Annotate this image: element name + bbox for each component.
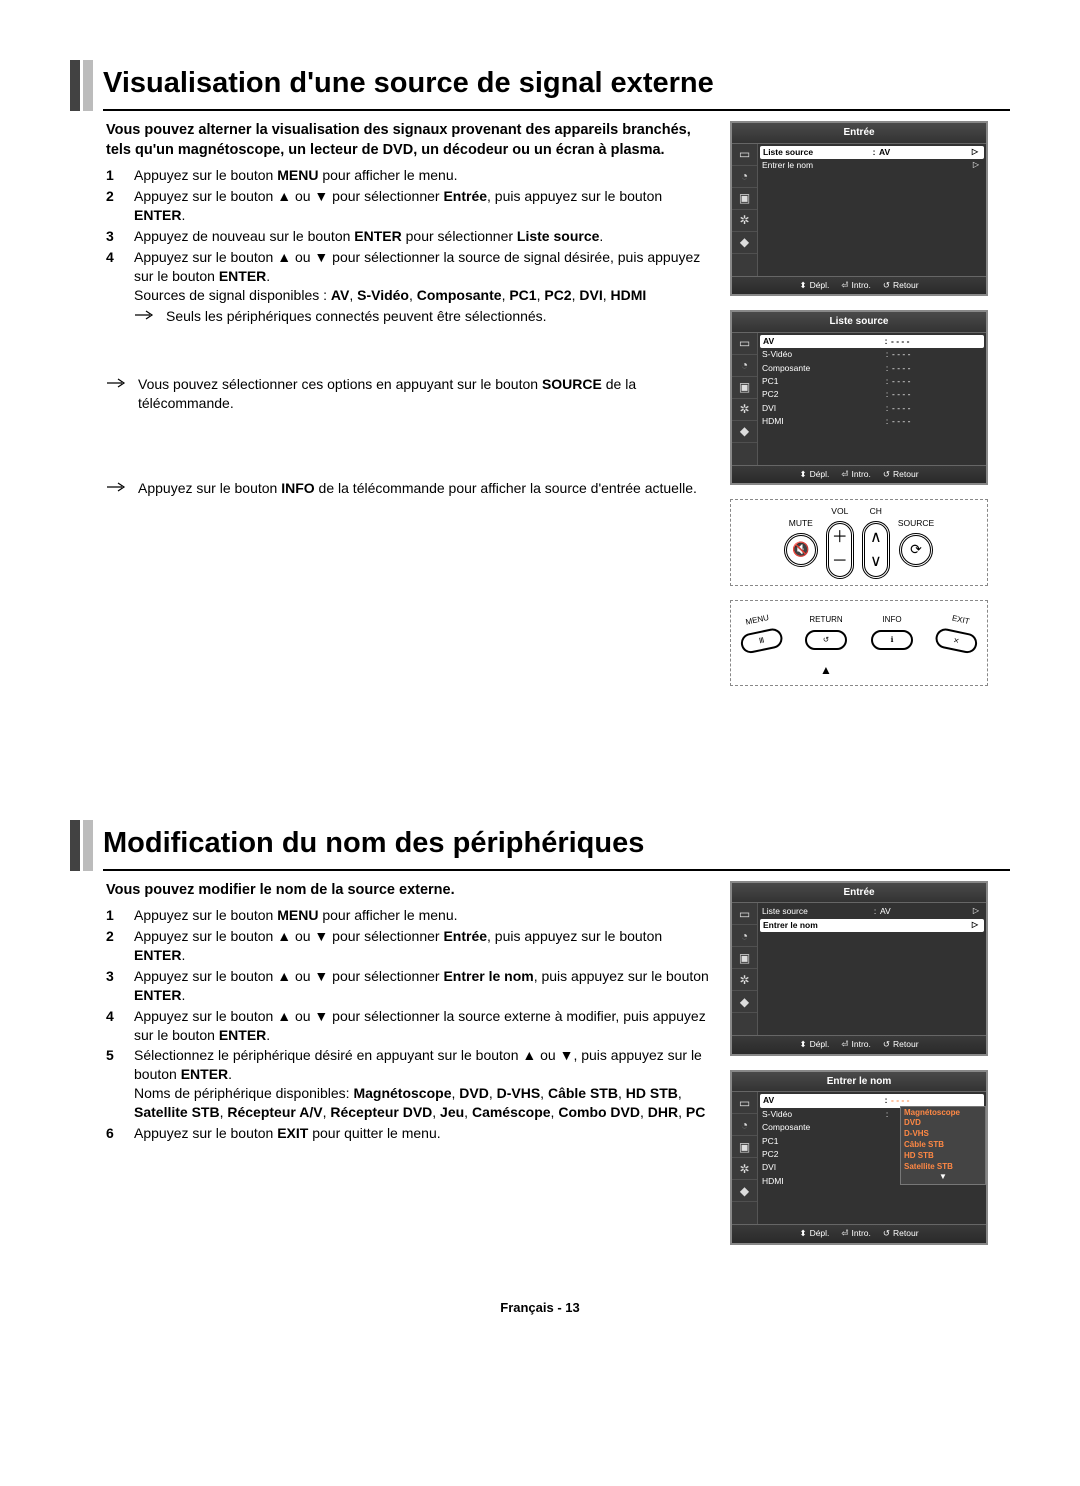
- osd-row-hdmi: HDMI:- - - -: [762, 415, 982, 428]
- section1-intro: Vous pouvez alterner la visualisation de…: [106, 121, 710, 160]
- section2-content: Vous pouvez modifier le nom de la source…: [70, 881, 1010, 1259]
- header-bar-light: [83, 60, 93, 111]
- section2-header: Modification du nom des périphériques: [70, 820, 1010, 871]
- osd-row-av: AV:- - - -: [760, 335, 984, 348]
- chevron-down-icon: ▼: [903, 1172, 983, 1183]
- step4-note: Seuls les périphériques connectés peuven…: [134, 307, 710, 326]
- info-button-icon: ℹ: [871, 630, 913, 650]
- dpad-up-icon: ▲: [820, 662, 832, 678]
- clock-icon: ◔: [732, 355, 757, 377]
- osd-liste-source: Liste source ▭ ◔ ▣ ✲ ◆ AV:- - - - S-Vidé…: [730, 310, 988, 485]
- tv-icon: ▭: [732, 1092, 757, 1114]
- osd-entree: Entrée ▭ ◔ ▣ ✲ ◆ Liste source:AV▷ Entrer…: [730, 121, 988, 296]
- gear-icon: ✲: [732, 399, 757, 421]
- section1-content: Vous pouvez alterner la visualisation de…: [70, 121, 1010, 699]
- gear-icon: ✲: [732, 969, 757, 991]
- step3: Appuyez de nouveau sur le bouton ENTER p…: [134, 227, 710, 246]
- return-button-icon: ↺: [805, 630, 847, 650]
- step1: Appuyez sur le bouton MENU pour afficher…: [134, 166, 710, 185]
- tv-icon: ▭: [732, 144, 757, 166]
- clock-icon: ◔: [732, 1114, 757, 1136]
- gear-icon: ✲: [732, 1158, 757, 1180]
- osd-row-dvi: DVI:- - - -: [762, 402, 982, 415]
- section1-title: Visualisation d'une source de signal ext…: [103, 60, 1010, 111]
- tv-icon: ▭: [732, 333, 757, 355]
- section2-intro: Vous pouvez modifier le nom de la source…: [106, 881, 710, 901]
- osd-row-entrer-nom: Entrer le nom▷: [760, 919, 984, 932]
- section1-note3: Appuyez sur le bouton INFO de la télécom…: [106, 479, 710, 498]
- pc-icon: ◆: [732, 991, 757, 1013]
- clock-icon: ◔: [732, 166, 757, 188]
- gear-icon: ✲: [732, 210, 757, 232]
- note-arrow-icon: [134, 307, 156, 326]
- remote-volume-source: MUTE🔇 VOL＋－ CH∧∨ SOURCE⟳: [730, 499, 988, 585]
- osd-row-pc2: PC2:- - - -: [762, 388, 982, 401]
- osd-row-entrer-nom: Entrer le nom▷: [762, 159, 982, 172]
- vol-rocker-icon: ＋－: [826, 521, 854, 579]
- remote-return-info: MENU Ⅲ RETURN ↺ ▲ INFO ℹ EXIT ⨯: [730, 600, 988, 686]
- osd-row-liste-source: Liste source:AV▷: [762, 905, 982, 918]
- exit-button-icon: ⨯: [934, 626, 979, 654]
- pc-icon: ◆: [732, 232, 757, 254]
- section1-header: Visualisation d'une source de signal ext…: [70, 60, 1010, 111]
- mute-button-icon: 🔇: [784, 533, 818, 567]
- osd-row-svideo: S-Vidéo:- - - -: [762, 348, 982, 361]
- section1-steps: 1Appuyez sur le bouton MENU pour affiche…: [106, 166, 710, 325]
- section1-image-column: Entrée ▭ ◔ ▣ ✲ ◆ Liste source:AV▷ Entrer…: [730, 121, 1010, 699]
- screen-icon: ▣: [732, 947, 757, 969]
- step4: Appuyez sur le bouton ▲ ou ▼ pour sélect…: [134, 248, 710, 326]
- osd-bottom-bar: ⬍ Dépl. ⏎ Intro. ↺ Retour: [732, 276, 986, 294]
- menu-button-icon: Ⅲ: [739, 626, 784, 654]
- osd-row-liste-source: Liste source:AV▷: [760, 146, 984, 159]
- osd-row-pc1: PC1:- - - -: [762, 375, 982, 388]
- screen-icon: ▣: [732, 377, 757, 399]
- osd-entrer-nom: Entrer le nom ▭ ◔ ▣ ✲ ◆ AV:- - - - S-Vid…: [730, 1070, 988, 1245]
- clock-icon: ◔: [732, 925, 757, 947]
- osd-row-composante: Composante:- - - -: [762, 362, 982, 375]
- section1-note2: Vous pouvez sélectionner ces options en …: [106, 375, 710, 413]
- pc-icon: ◆: [732, 421, 757, 443]
- header-bar-dark: [70, 60, 80, 111]
- note-arrow-icon: [106, 479, 128, 498]
- step2: Appuyez sur le bouton ▲ ou ▼ pour sélect…: [134, 187, 710, 225]
- note-arrow-icon: [106, 375, 128, 413]
- section1-text-column: Vous pouvez alterner la visualisation de…: [70, 121, 710, 699]
- device-name-dropdown: Magnétoscope DVD D-VHS Câble STB HD STB …: [900, 1106, 986, 1186]
- page-footer: Français - 13: [70, 1299, 1010, 1317]
- osd-sidebar: ▭ ◔ ▣ ✲ ◆: [732, 144, 758, 276]
- section2-steps: 1Appuyez sur le bouton MENU pour affiche…: [106, 906, 710, 1143]
- ch-rocker-icon: ∧∨: [862, 521, 890, 579]
- section2-title: Modification du nom des périphériques: [103, 820, 1010, 871]
- screen-icon: ▣: [732, 1136, 757, 1158]
- pc-icon: ◆: [732, 1180, 757, 1202]
- source-button-icon: ⟳: [899, 533, 933, 567]
- osd-entree-2: Entrée ▭ ◔ ▣ ✲ ◆ Liste source:AV▷ Entrer…: [730, 881, 988, 1056]
- screen-icon: ▣: [732, 188, 757, 210]
- tv-icon: ▭: [732, 903, 757, 925]
